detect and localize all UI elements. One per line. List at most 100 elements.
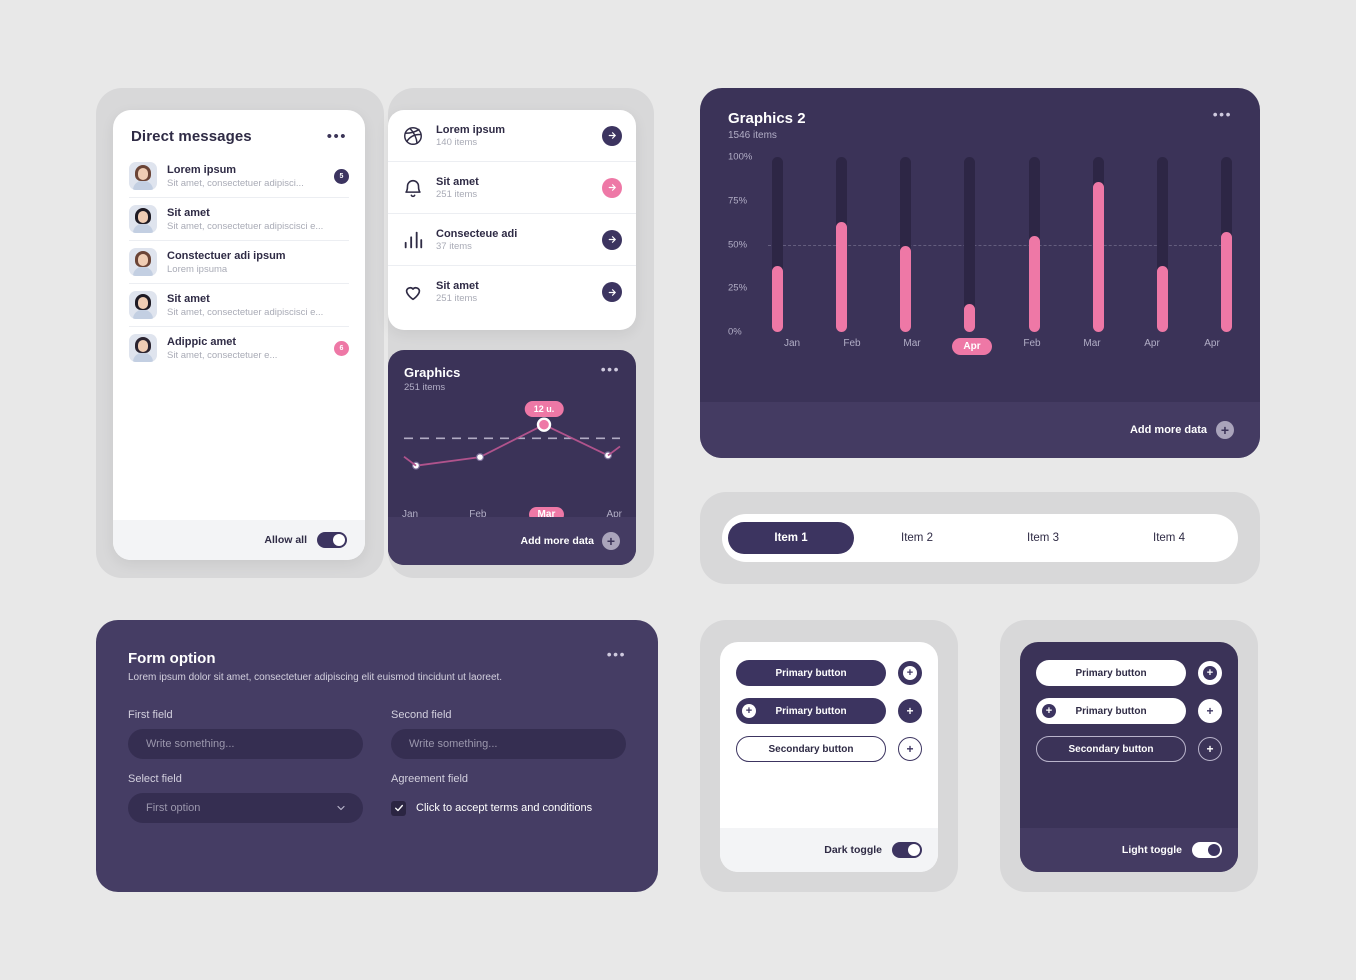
first-field-input[interactable]: [128, 729, 363, 759]
add-outline-button[interactable]: +: [898, 737, 922, 761]
list-item[interactable]: Lorem ipsum 140 items: [388, 110, 636, 162]
y-tick-label: 75%: [728, 195, 748, 207]
checkbox-checked-icon[interactable]: [391, 800, 406, 816]
allow-all-toggle[interactable]: [317, 532, 347, 548]
dark-toggle[interactable]: [892, 842, 922, 858]
list-item-text: Sit amet 251 items: [436, 279, 590, 305]
light-buttons-card: Primary button + + Primary button + Seco…: [720, 642, 938, 872]
line-chart-title: Graphics: [404, 365, 461, 380]
primary-button[interactable]: Primary button: [736, 660, 886, 686]
icon-list-card: Lorem ipsum 140 items Sit amet 251 items: [388, 110, 636, 330]
chevron-down-icon: [335, 802, 347, 814]
add-more-data-footer[interactable]: Add more data +: [388, 517, 636, 565]
y-tick-label: 25%: [728, 282, 748, 294]
add-button[interactable]: +: [898, 699, 922, 723]
list-item[interactable]: Sit amet Sit amet, consectetuer adipisci…: [129, 198, 349, 241]
bar-fill: [1092, 181, 1104, 332]
avatar: [129, 334, 157, 362]
more-options-icon[interactable]: •••: [1213, 107, 1232, 121]
bar-fill: [772, 265, 783, 332]
x-tick-label-active[interactable]: Apr: [952, 338, 992, 355]
list-item-subtitle: 140 items: [436, 136, 478, 148]
message-preview: Sit amet, consectetuer adipiscisci e...: [167, 306, 324, 318]
add-more-data-footer[interactable]: Add more data +: [700, 402, 1260, 458]
line-chart-plot: 12 u.: [400, 397, 624, 507]
message-text: Constectuer adi ipsum Lorem ipsuma: [167, 249, 349, 276]
list-item[interactable]: Sit amet Sit amet, consectetuer adipisci…: [129, 284, 349, 327]
line-chart-subtitle: 251 items: [404, 382, 446, 393]
bar-column[interactable]: [1092, 157, 1104, 332]
secondary-button[interactable]: Secondary button: [1036, 736, 1186, 762]
bar-column[interactable]: [836, 157, 848, 332]
light-toggle[interactable]: [1192, 842, 1222, 858]
tab-item-4[interactable]: Item 4: [1106, 522, 1232, 554]
x-tick-label: Feb: [843, 338, 861, 349]
list-item-subtitle: 37 items: [436, 240, 472, 252]
plus-icon[interactable]: +: [602, 532, 620, 550]
page-title: Direct messages: [131, 128, 252, 145]
avatar: [129, 205, 157, 233]
bar-chart-plot: 100% 75% 50% 25% 0%: [728, 152, 1232, 338]
chart-tooltip: 12 u.: [524, 400, 564, 417]
primary-button[interactable]: Primary button: [1036, 660, 1186, 686]
bar-column[interactable]: [1220, 157, 1232, 332]
arrow-right-button[interactable]: [602, 125, 622, 146]
list-item[interactable]: Adippic amet Sit amet, consectetuer e...…: [129, 327, 349, 369]
bar-column[interactable]: [1156, 157, 1168, 332]
bar-column[interactable]: [900, 157, 912, 332]
list-item-title: Consecteue adi: [436, 227, 518, 240]
list-item[interactable]: Sit amet 251 items: [388, 162, 636, 214]
list-item[interactable]: Constectuer adi ipsum Lorem ipsuma: [129, 241, 349, 284]
terms-checkbox-row[interactable]: Click to accept terms and conditions: [391, 793, 626, 823]
unread-badge: 5: [334, 168, 349, 184]
bar-fill: [1028, 235, 1040, 332]
x-tick-label: Apr: [1144, 338, 1160, 349]
data-point-active[interactable]: [536, 417, 552, 432]
agreement-field-group: Agreement field Click to accept terms an…: [391, 773, 626, 823]
bell-icon: [402, 177, 424, 199]
add-outline-button[interactable]: +: [1198, 737, 1222, 761]
bar-chart-x-axis: Jan Feb Mar Apr Feb Mar Apr Apr: [772, 338, 1232, 355]
list-item[interactable]: Sit amet 251 items: [388, 266, 636, 318]
select-field-group: Select field First option: [128, 773, 363, 823]
add-circle-button[interactable]: +: [898, 661, 922, 685]
list-item-subtitle: 251 items: [436, 293, 478, 304]
arrow-right-button[interactable]: [602, 282, 622, 302]
arrow-right-button[interactable]: [602, 177, 622, 198]
bar-fill: [964, 304, 976, 332]
arrow-right-button[interactable]: [602, 229, 622, 250]
bar-column[interactable]: [964, 157, 976, 332]
add-circle-button[interactable]: +: [1198, 661, 1222, 685]
bar-column[interactable]: [772, 157, 783, 332]
data-point[interactable]: [475, 453, 484, 462]
more-options-icon[interactable]: •••: [607, 647, 626, 661]
light-toggle-footer: Light toggle: [1020, 828, 1238, 872]
add-button[interactable]: +: [1198, 699, 1222, 723]
list-item[interactable]: Lorem ipsum Sit amet, consectetuer adipi…: [129, 155, 349, 198]
more-options-icon[interactable]: •••: [601, 362, 620, 376]
list-item[interactable]: Consecteue adi 37 items: [388, 214, 636, 266]
message-preview: Sit amet, consectetuer e...: [167, 349, 278, 361]
message-text: Lorem ipsum Sit amet, consectetuer adipi…: [167, 163, 324, 190]
allow-all-label: Allow all: [264, 534, 307, 546]
first-field-group: First field: [128, 709, 363, 759]
tab-item-3[interactable]: Item 3: [980, 522, 1106, 554]
secondary-button[interactable]: Secondary button: [736, 736, 886, 762]
second-field-input[interactable]: [391, 729, 626, 759]
unread-badge: 6: [334, 340, 349, 356]
tab-item-1[interactable]: Item 1: [728, 522, 854, 554]
contact-name: Sit amet: [167, 206, 210, 219]
x-tick-label: Feb: [1023, 338, 1041, 349]
form-header: Form option Lorem ipsum dolor sit amet, …: [128, 647, 626, 683]
select-field-dropdown[interactable]: First option: [128, 793, 363, 823]
tab-item-2[interactable]: Item 2: [854, 522, 980, 554]
plus-icon: +: [1203, 666, 1217, 680]
bar-column[interactable]: [1028, 157, 1040, 332]
primary-button-with-icon[interactable]: + Primary button: [736, 698, 886, 724]
primary-button-with-icon[interactable]: + Primary button: [1036, 698, 1186, 724]
more-options-icon[interactable]: •••: [327, 129, 347, 144]
form-title: Form option: [128, 650, 216, 667]
plus-icon[interactable]: +: [1216, 421, 1234, 439]
line-chart-header: Graphics 251 items •••: [388, 350, 636, 393]
allow-all-footer: Allow all: [113, 520, 365, 560]
